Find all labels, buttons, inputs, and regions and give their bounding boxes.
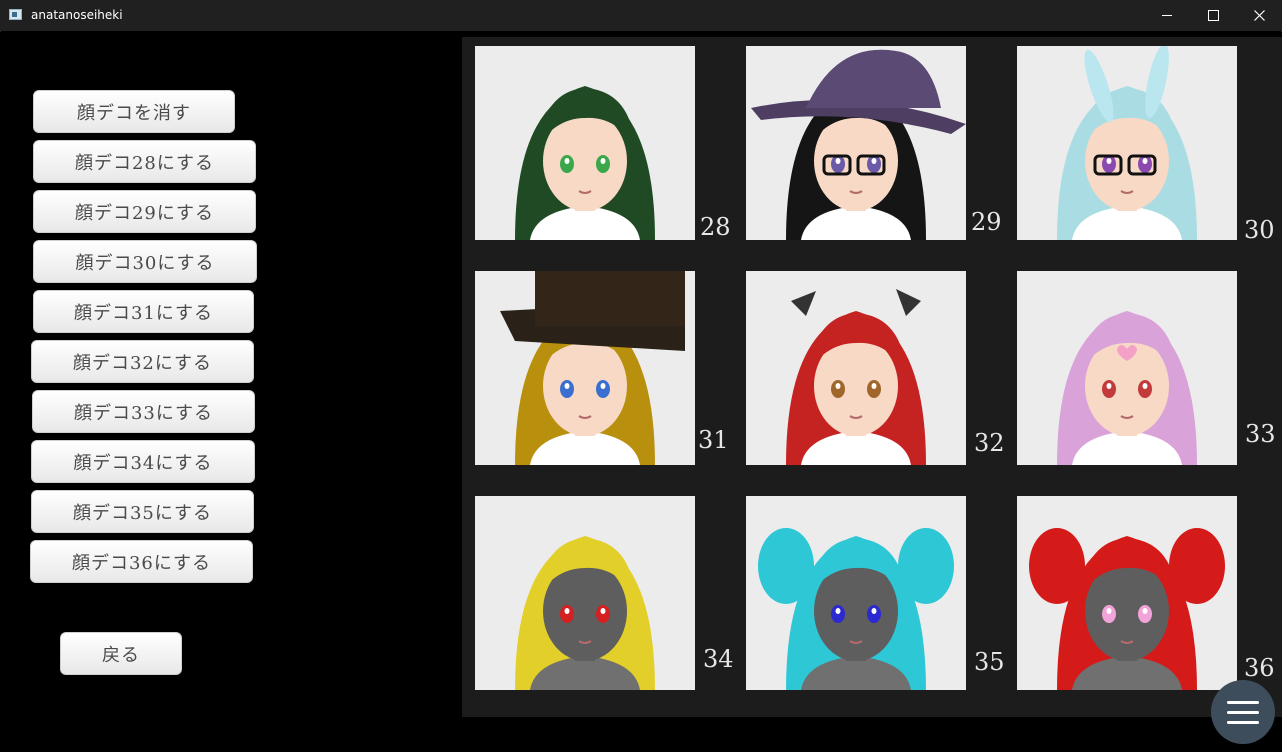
deco-33-button[interactable]: 顔デコ33にする — [32, 390, 255, 433]
deco-number-label: 36 — [1244, 654, 1275, 682]
deco-preview-31 — [475, 271, 695, 465]
minimize-icon — [1162, 15, 1172, 16]
hamburger-icon-line — [1227, 700, 1259, 704]
deco-number-label: 32 — [974, 429, 1005, 457]
back-button[interactable]: 戻る — [60, 632, 182, 675]
app-icon — [9, 9, 22, 20]
avatar-image — [746, 271, 966, 465]
deco-preview-32 — [746, 271, 966, 465]
maximize-button[interactable] — [1190, 0, 1236, 31]
deco-preview-28 — [475, 46, 695, 240]
deco-preview-33 — [1017, 271, 1237, 465]
deco-number-label: 33 — [1245, 420, 1276, 448]
close-icon — [1253, 10, 1265, 21]
minimize-button[interactable] — [1144, 0, 1190, 31]
avatar-image — [475, 271, 695, 465]
avatar-image — [475, 46, 695, 240]
avatar-image — [1017, 46, 1237, 240]
deco-preview-36 — [1017, 496, 1237, 690]
deco-30-button[interactable]: 顔デコ30にする — [33, 240, 257, 283]
window-title: anatanoseiheki — [31, 8, 123, 22]
title-bar: anatanoseiheki — [0, 0, 1282, 32]
deco-28-button[interactable]: 顔デコ28にする — [33, 140, 256, 183]
deco-29-button[interactable]: 顔デコ29にする — [33, 190, 256, 233]
avatar-image — [746, 496, 966, 690]
menu-button[interactable] — [1211, 680, 1275, 744]
deco-number-label: 34 — [703, 645, 734, 673]
close-button[interactable] — [1236, 0, 1282, 31]
deco-number-label: 31 — [698, 426, 729, 454]
hamburger-icon-line — [1227, 720, 1259, 724]
maximize-icon — [1207, 10, 1219, 21]
deco-number-label: 29 — [971, 208, 1002, 236]
deco-35-button[interactable]: 顔デコ35にする — [31, 490, 254, 533]
avatar-image — [475, 496, 695, 690]
deco-number-label: 30 — [1244, 216, 1275, 244]
deco-number-label: 35 — [974, 648, 1005, 676]
deco-preview-34 — [475, 496, 695, 690]
deco-32-button[interactable]: 顔デコ32にする — [31, 340, 254, 383]
avatar-image — [1017, 496, 1237, 690]
hamburger-icon-line — [1227, 710, 1259, 714]
avatar-image — [746, 46, 966, 240]
deco-number-label: 28 — [700, 213, 731, 241]
deco-31-button[interactable]: 顔デコ31にする — [33, 290, 254, 333]
deco-36-button[interactable]: 顔デコ36にする — [30, 540, 253, 583]
deco-34-button[interactable]: 顔デコ34にする — [31, 440, 255, 483]
deco-preview-35 — [746, 496, 966, 690]
remove-deco-button[interactable]: 顔デコを消す — [33, 90, 235, 133]
deco-preview-29 — [746, 46, 966, 240]
avatar-image — [1017, 271, 1237, 465]
deco-preview-30 — [1017, 46, 1237, 240]
